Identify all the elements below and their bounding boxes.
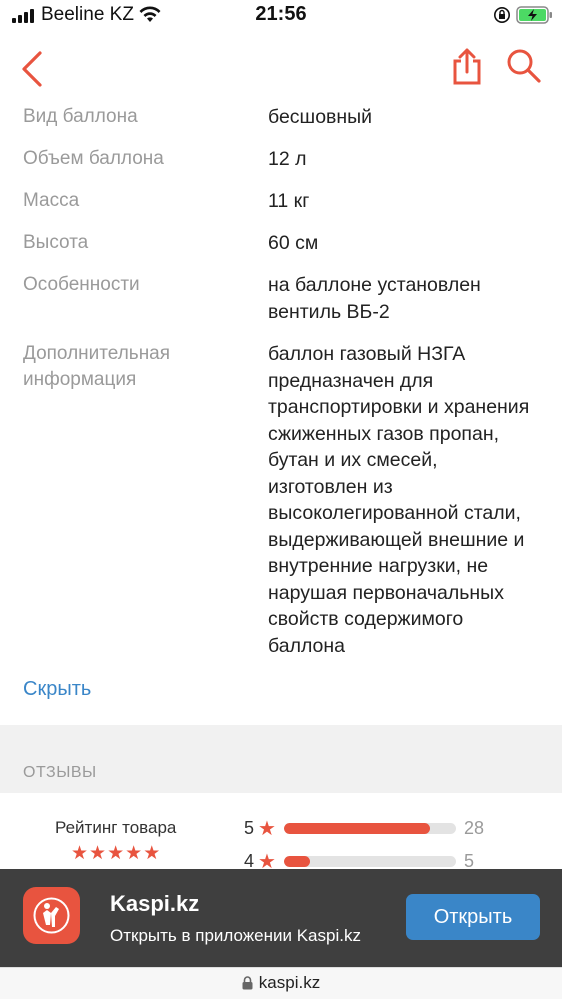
star-icon: ★ (125, 843, 143, 864)
share-icon[interactable] (450, 46, 484, 86)
star-icon: ★ (107, 843, 125, 864)
spec-label: Объем баллона (23, 148, 164, 169)
lock-icon (242, 975, 253, 995)
browser-url-bar[interactable]: kaspi.kz (0, 967, 562, 999)
spec-value: 12 л (268, 148, 307, 170)
status-bar: Beeline KZ 21:56 (0, 0, 562, 32)
star-icon: ★ (258, 818, 276, 840)
spec-label: Дополнительная информация (23, 343, 171, 390)
star-icon: ★ (71, 843, 89, 864)
rating-bar-track (284, 823, 456, 834)
section-divider (0, 725, 562, 793)
app-subtitle: Открыть в приложении Kaspi.kz (110, 926, 361, 945)
star-icon: ★ (89, 843, 107, 864)
spec-label: Особенности (23, 274, 140, 295)
rating-bar-row[interactable]: 5 ★ 28 (244, 818, 544, 840)
open-app-button[interactable]: Открыть (406, 894, 540, 940)
battery-charging-icon (516, 6, 554, 29)
rating-bar-track (284, 856, 456, 867)
rating-bar-fill (284, 856, 311, 867)
orientation-lock-icon (493, 6, 511, 29)
search-icon[interactable] (506, 48, 542, 84)
rating-stars: ★ ★ ★ ★ ★ (71, 844, 160, 864)
back-chevron-icon[interactable] (18, 50, 48, 90)
rating-bar-count: 28 (464, 818, 485, 838)
spec-value: баллон газовый НЗГА предназначен для тра… (268, 343, 530, 657)
spec-value: на баллоне установлен вентиль ВБ-2 (268, 274, 481, 323)
star-icon: ★ (143, 843, 161, 864)
rating-label: Рейтинг товара (55, 818, 177, 837)
hide-link[interactable]: Скрыть (23, 678, 91, 701)
url-display[interactable]: kaspi.kz (0, 973, 562, 995)
rating-bar-fill (284, 823, 430, 834)
rating-bar-stars: 5 (244, 818, 255, 838)
spec-value: 11 кг (268, 190, 310, 212)
spec-value: 60 см (268, 232, 319, 254)
spec-label: Высота (23, 232, 89, 253)
url-text: kaspi.kz (258, 973, 321, 992)
spec-label: Масса (23, 190, 80, 211)
app-name: Kaspi.kz (110, 891, 200, 916)
spec-label: Вид баллона (23, 106, 138, 127)
spec-value: бесшовный (268, 106, 373, 128)
reviews-header: ОТЗЫВЫ (23, 764, 97, 781)
kaspi-app-icon (23, 887, 80, 944)
status-time: 21:56 (255, 3, 307, 25)
app-banner: Kaspi.kz Открыть в приложении Kaspi.kz О… (0, 869, 562, 967)
nav-header (0, 32, 562, 100)
